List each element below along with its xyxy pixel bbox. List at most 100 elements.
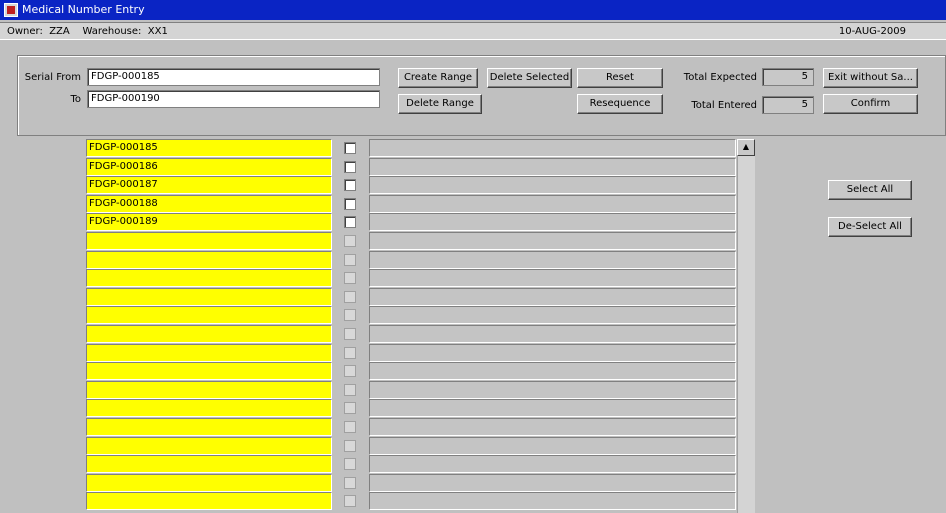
table-row <box>0 362 740 381</box>
serial-from-input[interactable]: FDGP-000185 <box>87 68 380 86</box>
confirm-button[interactable]: Confirm <box>823 94 918 114</box>
serial-number-field[interactable]: FDGP-000189 <box>86 213 332 232</box>
table-row: FDGP-000188 <box>0 194 740 213</box>
window-title: Medical Number Entry <box>22 3 145 16</box>
description-field <box>369 362 736 381</box>
vertical-scrollbar[interactable] <box>737 139 755 513</box>
table-row <box>0 325 740 343</box>
description-field <box>369 306 736 325</box>
context-bar: Owner: ZZA Warehouse: XX1 10-AUG-2009 <box>0 22 946 40</box>
title-bar: Medical Number Entry <box>0 0 946 20</box>
owner-warehouse-text: Owner: ZZA Warehouse: XX1 <box>7 26 168 37</box>
reset-button[interactable]: Reset <box>577 68 663 88</box>
serial-number-field[interactable] <box>86 399 332 418</box>
description-field <box>369 287 736 306</box>
serial-number-field[interactable]: FDGP-000185 <box>86 139 332 157</box>
description-field <box>369 194 736 213</box>
table-row: FDGP-000189 <box>0 213 740 232</box>
serial-number-field[interactable] <box>86 418 332 436</box>
description-field <box>369 343 736 362</box>
description-field <box>369 232 736 250</box>
row-select-checkbox <box>344 458 356 471</box>
delete-range-button[interactable]: Delete Range <box>398 94 482 114</box>
description-field <box>369 213 736 232</box>
description-field <box>369 455 736 474</box>
serial-to-input[interactable]: FDGP-000190 <box>87 90 380 108</box>
table-row <box>0 250 740 269</box>
table-row <box>0 399 740 418</box>
total-expected-label: Total Expected <box>683 72 757 83</box>
row-select-checkbox <box>344 290 356 303</box>
row-select-checkbox <box>344 402 356 415</box>
row-select-checkbox <box>344 439 356 452</box>
row-select-checkbox <box>344 476 356 489</box>
oracle-forms-icon <box>4 3 18 17</box>
description-field <box>369 492 736 511</box>
range-entry-panel: Serial From FDGP-000185 To FDGP-000190 C… <box>17 55 946 136</box>
serial-number-field[interactable] <box>86 473 332 492</box>
serial-number-field[interactable] <box>86 436 332 455</box>
row-select-checkbox <box>344 365 356 378</box>
row-select-checkbox[interactable] <box>344 197 356 210</box>
serial-number-field[interactable] <box>86 250 332 269</box>
description-field <box>369 399 736 418</box>
serial-grid: FDGP-000185 FDGP-000186 FDGP-000187 FDGP-00… <box>0 138 946 513</box>
description-field <box>369 269 736 288</box>
serial-number-field[interactable]: FDGP-000187 <box>86 176 332 195</box>
description-field <box>369 473 736 492</box>
serial-number-field[interactable] <box>86 232 332 250</box>
table-row <box>0 380 740 399</box>
total-entered-label: Total Entered <box>691 100 757 111</box>
deselect-all-button[interactable]: De-Select All <box>828 217 912 237</box>
row-select-checkbox <box>344 495 356 508</box>
create-range-button[interactable]: Create Range <box>398 68 478 88</box>
row-select-checkbox <box>344 383 356 396</box>
serial-number-field[interactable] <box>86 306 332 325</box>
table-row <box>0 492 740 511</box>
table-row <box>0 436 740 455</box>
serial-number-field[interactable] <box>86 380 332 399</box>
select-all-button[interactable]: Select All <box>828 180 912 200</box>
description-field <box>369 418 736 436</box>
scroll-up-arrow-icon[interactable]: ▲ <box>737 139 755 156</box>
serial-number-field[interactable] <box>86 325 332 343</box>
row-select-checkbox <box>344 235 356 247</box>
row-select-checkbox[interactable] <box>344 216 356 229</box>
row-select-checkbox <box>344 328 356 340</box>
table-row <box>0 232 740 250</box>
delete-selected-button[interactable]: Delete Selected <box>487 68 572 88</box>
row-select-checkbox[interactable] <box>344 179 356 192</box>
serial-number-field[interactable] <box>86 287 332 306</box>
table-row <box>0 455 740 474</box>
serial-number-field[interactable] <box>86 343 332 362</box>
serial-number-field[interactable] <box>86 455 332 474</box>
table-row <box>0 473 740 492</box>
current-date: 10-AUG-2009 <box>838 26 906 37</box>
description-field <box>369 380 736 399</box>
serial-number-field[interactable] <box>86 362 332 381</box>
exit-without-save-button[interactable]: Exit without Sa... <box>823 68 918 88</box>
description-field <box>369 436 736 455</box>
table-row <box>0 287 740 306</box>
serial-number-field[interactable]: FDGP-000188 <box>86 194 332 213</box>
serial-number-field[interactable] <box>86 492 332 511</box>
description-field <box>369 250 736 269</box>
row-select-checkbox <box>344 309 356 322</box>
serial-to-label: To <box>70 94 81 105</box>
serial-number-field[interactable] <box>86 269 332 288</box>
serial-number-field[interactable]: FDGP-000186 <box>86 157 332 176</box>
row-select-checkbox[interactable] <box>344 160 356 173</box>
table-row <box>0 418 740 436</box>
serial-from-label: Serial From <box>24 72 81 83</box>
row-select-checkbox <box>344 346 356 359</box>
description-field <box>369 157 736 176</box>
table-row <box>0 269 740 288</box>
description-field <box>369 176 736 195</box>
row-select-checkbox[interactable] <box>344 142 356 154</box>
resequence-button[interactable]: Resequence <box>577 94 663 114</box>
row-select-checkbox <box>344 421 356 433</box>
description-field <box>369 139 736 157</box>
row-select-checkbox <box>344 253 356 266</box>
table-row: FDGP-000186 <box>0 157 740 176</box>
total-expected-field: 5 <box>762 68 814 86</box>
